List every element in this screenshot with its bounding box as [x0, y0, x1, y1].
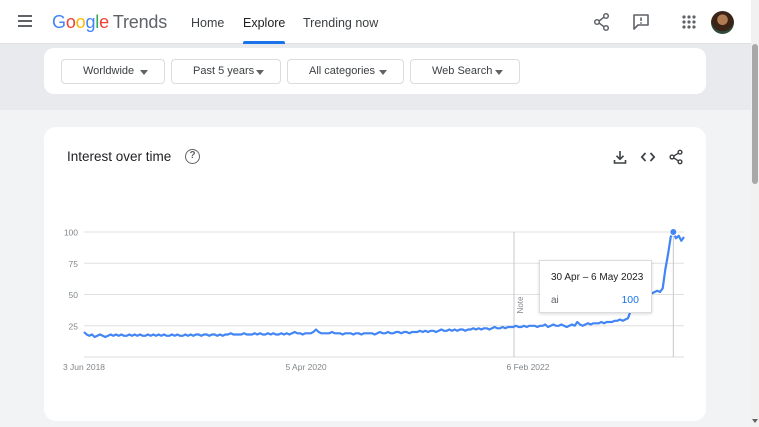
menu-icon[interactable] — [14, 12, 36, 32]
category-dropdown[interactable]: All categories — [287, 59, 404, 84]
embed-code-icon[interactable] — [640, 149, 656, 165]
scroll-down-arrow[interactable] — [752, 419, 758, 423]
logo-google: Google — [52, 12, 109, 32]
share-icon[interactable] — [668, 149, 684, 165]
download-icon[interactable] — [612, 149, 628, 165]
chevron-down-icon — [140, 70, 148, 75]
card-title: Interest over time — [67, 149, 172, 164]
search-type-dropdown[interactable]: Web Search — [410, 59, 520, 84]
tooltip-term: ai — [551, 295, 559, 306]
hover-point — [669, 228, 678, 236]
scrollbar-thumb[interactable] — [752, 44, 758, 184]
y-tick-label: 75 — [69, 259, 79, 269]
nav-explore[interactable]: Explore — [243, 0, 286, 44]
x-tick-label: 6 Feb 2022 — [506, 362, 549, 372]
category-label: All categories — [309, 65, 376, 77]
search-type-label: Web Search — [432, 65, 493, 77]
region-label: Worldwide — [83, 65, 135, 77]
y-tick-label: 50 — [69, 290, 79, 300]
tooltip-date: 30 Apr – 6 May 2023 — [551, 272, 644, 283]
page-scrollbar[interactable] — [751, 0, 759, 427]
time-range-dropdown[interactable]: Past 5 years — [171, 59, 281, 84]
avatar[interactable] — [711, 11, 734, 34]
google-trends-logo[interactable]: Google Trends — [52, 12, 167, 33]
logo-trends: Trends — [112, 12, 168, 32]
y-tick-label: 25 — [69, 321, 79, 331]
share-icon[interactable] — [592, 12, 612, 32]
chevron-down-icon — [379, 70, 387, 75]
note-label: Note — [516, 296, 525, 313]
top-app-bar: Google Trends Home Explore Trending now — [0, 0, 751, 44]
x-tick-label: 3 Jun 2018 — [63, 362, 105, 372]
apps-icon[interactable] — [679, 12, 699, 32]
chart-tooltip: 30 Apr – 6 May 2023 ai 100 — [539, 260, 652, 313]
y-tick-label: 100 — [64, 228, 78, 238]
nav-trending-now[interactable]: Trending now — [303, 0, 378, 44]
feedback-icon[interactable] — [631, 12, 651, 32]
tooltip-value: 100 — [621, 294, 639, 306]
region-dropdown[interactable]: Worldwide — [61, 59, 165, 84]
nav-home[interactable]: Home — [191, 0, 224, 44]
x-tick-label: 5 Apr 2020 — [285, 362, 326, 372]
chevron-down-icon — [256, 70, 264, 75]
help-icon[interactable]: ? — [185, 149, 200, 164]
time-range-label: Past 5 years — [193, 65, 255, 77]
chevron-down-icon — [495, 70, 503, 75]
